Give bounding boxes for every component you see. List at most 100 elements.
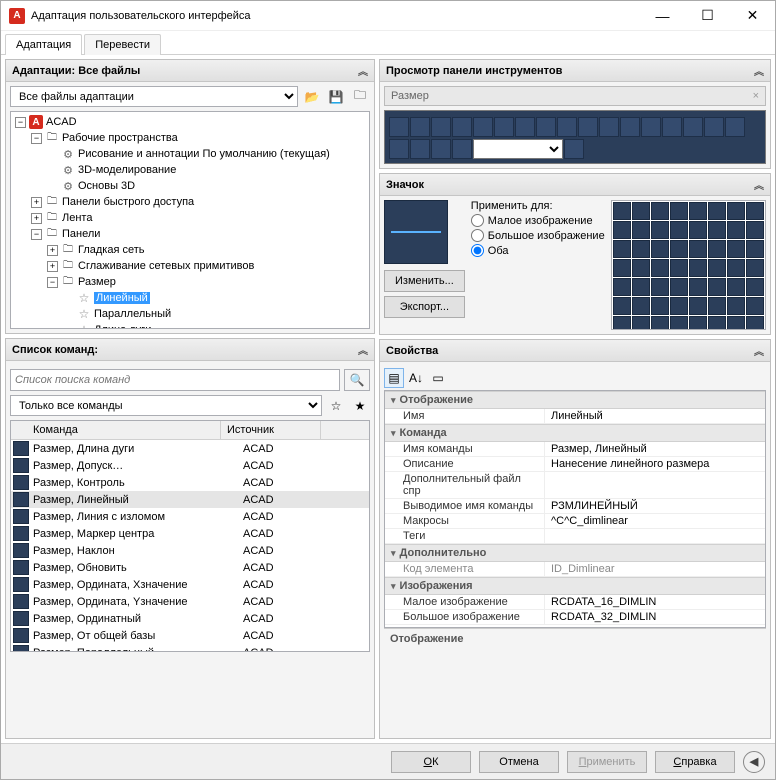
library-icon[interactable] (670, 278, 688, 296)
library-icon[interactable] (632, 240, 650, 258)
command-row[interactable]: Размер, Длина дугиACAD (11, 440, 369, 457)
library-icon[interactable] (727, 259, 745, 277)
edit-icon-button[interactable]: Изменить... (384, 270, 465, 292)
load-icon[interactable]: 📂 (302, 87, 322, 107)
library-icon[interactable] (670, 297, 688, 315)
prop-pages-icon[interactable]: ▭ (428, 368, 448, 388)
library-icon[interactable] (689, 316, 707, 330)
library-icon[interactable] (689, 240, 707, 258)
library-icon[interactable] (613, 297, 631, 315)
library-icon[interactable] (632, 316, 650, 330)
library-icon[interactable] (689, 297, 707, 315)
prop-macro[interactable]: ^C^C_dimlinear (545, 514, 765, 528)
library-icon[interactable] (689, 202, 707, 220)
cat-command[interactable]: Команда (385, 424, 765, 442)
toolbar-button[interactable] (389, 139, 409, 159)
library-icon[interactable] (613, 259, 631, 277)
library-icon[interactable] (632, 221, 650, 239)
tab-customize[interactable]: Адаптация (5, 34, 82, 55)
library-icon[interactable] (708, 297, 726, 315)
prop-smallimg[interactable]: RCDATA_16_DIMLIN (545, 595, 765, 609)
tree-panel-0[interactable]: Гладкая сеть (78, 244, 145, 256)
library-icon[interactable] (746, 316, 764, 330)
library-icon[interactable] (689, 221, 707, 239)
library-icon[interactable] (670, 316, 688, 330)
library-icon[interactable] (727, 316, 745, 330)
alphabetical-icon[interactable]: A↓ (406, 368, 426, 388)
icon-library-grid[interactable] (611, 200, 766, 330)
toolbar-button[interactable] (452, 139, 472, 159)
search-icon[interactable]: 🔍 (344, 369, 370, 391)
library-icon[interactable] (689, 259, 707, 277)
toolbar-button[interactable] (704, 117, 724, 137)
library-icon[interactable] (727, 240, 745, 258)
library-icon[interactable] (708, 316, 726, 330)
command-row[interactable]: Размер, ЛинейныйACAD (11, 491, 369, 508)
toolbar-button[interactable] (410, 139, 430, 159)
toolbar-button[interactable] (431, 139, 451, 159)
toolbar-button[interactable] (578, 117, 598, 137)
tree-dimension[interactable]: Размер (78, 276, 116, 288)
command-table[interactable]: Команда Источник Размер, Длина дугиACADР… (10, 420, 370, 652)
library-icon[interactable] (689, 278, 707, 296)
prop-desc[interactable]: Нанесение линейного размера (545, 457, 765, 471)
collapse-icon[interactable]: ︽ (358, 342, 368, 357)
prop-helpfile[interactable] (545, 472, 765, 498)
toolbar-button[interactable] (662, 117, 682, 137)
command-row[interactable]: Размер, КонтрольACAD (11, 474, 369, 491)
library-icon[interactable] (651, 259, 669, 277)
library-icon[interactable] (651, 297, 669, 315)
command-row[interactable]: Размер, НаклонACAD (11, 542, 369, 559)
cat-display[interactable]: Отображение (385, 391, 765, 409)
library-icon[interactable] (708, 240, 726, 258)
toolbar-button[interactable] (494, 117, 514, 137)
radio-small-image[interactable]: Малое изображение (471, 214, 605, 227)
cat-images[interactable]: Изображения (385, 577, 765, 595)
library-icon[interactable] (727, 221, 745, 239)
folder-icon[interactable]: 🗀 (350, 87, 370, 107)
tree-dim-arc[interactable]: Длина дуги (94, 324, 151, 329)
toolbar-style-dropdown[interactable] (473, 139, 563, 159)
help-button[interactable]: Справка (655, 751, 735, 773)
library-icon[interactable] (613, 202, 631, 220)
command-row[interactable]: Размер, ОбновитьACAD (11, 559, 369, 576)
toolbar-button[interactable] (557, 117, 577, 137)
collapse-icon[interactable]: ︽ (754, 63, 764, 78)
command-row[interactable]: Размер, ОрдинатныйACAD (11, 610, 369, 627)
command-row[interactable]: Размер, Ордината, YзначениеACAD (11, 593, 369, 610)
library-icon[interactable] (670, 259, 688, 277)
library-icon[interactable] (651, 202, 669, 220)
tree-workspaces[interactable]: Рабочие пространства (62, 132, 178, 144)
library-icon[interactable] (746, 297, 764, 315)
collapse-icon[interactable]: ︽ (754, 343, 764, 358)
maximize-button[interactable]: ☐ (685, 1, 730, 30)
apply-button[interactable]: Применить (567, 751, 647, 773)
library-icon[interactable] (670, 240, 688, 258)
command-row[interactable]: Размер, ПараллельныйACAD (11, 644, 369, 652)
library-icon[interactable] (746, 221, 764, 239)
toolbar-button[interactable] (620, 117, 640, 137)
customization-tree[interactable]: −AACAD −🗀Рабочие пространства Рисование … (10, 111, 370, 329)
col-command[interactable]: Команда (11, 421, 221, 439)
library-icon[interactable] (727, 278, 745, 296)
radio-large-image[interactable]: Большое изображение (471, 229, 605, 242)
library-icon[interactable] (746, 259, 764, 277)
library-icon[interactable] (613, 278, 631, 296)
tree-ws-0[interactable]: Рисование и аннотации По умолчанию (теку… (78, 148, 330, 160)
command-row[interactable]: Размер, Маркер центраACAD (11, 525, 369, 542)
toolbar-button[interactable] (683, 117, 703, 137)
customization-files-dropdown[interactable]: Все файлы адаптации (10, 86, 298, 107)
toolbar-button[interactable] (725, 117, 745, 137)
tree-dim-aligned[interactable]: Параллельный (94, 308, 171, 320)
toolbar-button[interactable] (641, 117, 661, 137)
command-row[interactable]: Размер, Ордината, XзначениеACAD (11, 576, 369, 593)
close-preview-icon[interactable]: × (753, 90, 759, 102)
radio-both-image[interactable]: Оба (471, 244, 605, 257)
tree-ws-2[interactable]: Основы 3D (78, 180, 135, 192)
prop-largeimg[interactable]: RCDATA_32_DIMLIN (545, 610, 765, 624)
cat-advanced[interactable]: Дополнительно (385, 544, 765, 562)
cancel-button[interactable]: Отмена (479, 751, 559, 773)
library-icon[interactable] (708, 202, 726, 220)
close-button[interactable]: ✕ (730, 1, 775, 30)
library-icon[interactable] (613, 316, 631, 330)
